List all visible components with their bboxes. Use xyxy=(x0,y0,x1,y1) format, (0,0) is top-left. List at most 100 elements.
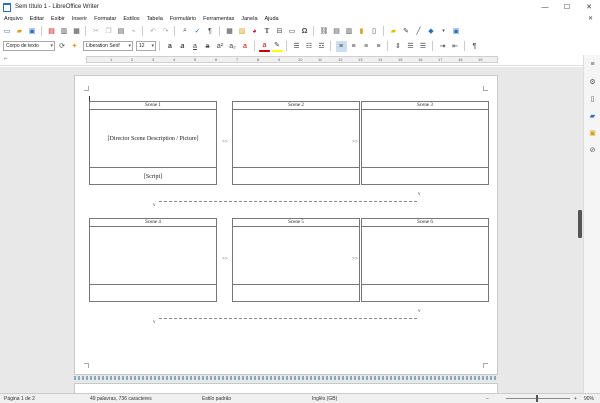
scene-script[interactable] xyxy=(90,285,216,302)
document-page[interactable]: Scene 1 [Director Scene Description / Pi… xyxy=(74,75,498,375)
menu-arquivo[interactable]: Arquivo xyxy=(4,16,23,22)
close-document-button[interactable]: ✕ xyxy=(588,15,593,22)
gallery-icon[interactable]: ▣ xyxy=(587,127,598,138)
insert-line-icon[interactable]: ╱ xyxy=(413,26,424,37)
find-replace-icon[interactable]: ⌕ xyxy=(180,26,191,37)
paragraph-style-select[interactable]: Corpo de texto ▾ xyxy=(3,41,55,51)
scene-script[interactable]: [Script] xyxy=(90,168,216,185)
align-left-icon[interactable]: ≡ xyxy=(335,40,347,52)
line-spacing-icon[interactable]: ⇕ xyxy=(393,41,404,52)
print-icon[interactable]: ▥ xyxy=(59,26,70,37)
styles-icon[interactable]: ▰ xyxy=(587,110,598,121)
minimize-button[interactable]: — xyxy=(534,0,556,14)
scene-script[interactable] xyxy=(362,285,488,302)
zoom-in-icon[interactable]: + xyxy=(574,396,577,402)
new-document-icon[interactable]: ▭ xyxy=(2,26,13,37)
draw-functions-icon[interactable]: ▣ xyxy=(451,26,462,37)
outline-list-icon[interactable]: ☲ xyxy=(316,41,327,52)
superscript-icon[interactable]: a² xyxy=(215,41,226,52)
shapes-dropdown-icon[interactable]: ▾ xyxy=(438,26,449,37)
new-style-icon[interactable]: ✦ xyxy=(69,41,80,52)
basic-shapes-icon[interactable]: ◆ xyxy=(426,26,437,37)
formatting-marks-icon[interactable]: ¶ xyxy=(205,26,216,37)
scene-box[interactable]: Scene 6 xyxy=(361,218,489,302)
insert-chart-icon[interactable]: ◕ xyxy=(249,26,260,37)
maximize-button[interactable]: ☐ xyxy=(556,0,578,14)
increase-indent-icon[interactable]: ⇥ xyxy=(437,41,448,52)
vertical-scrollbar-thumb[interactable] xyxy=(578,210,582,238)
menu-exibir[interactable]: Exibir xyxy=(51,16,65,22)
insert-field-icon[interactable]: ▭ xyxy=(287,26,298,37)
close-window-button[interactable]: ✕ xyxy=(578,0,600,14)
insert-table-icon[interactable]: ▦ xyxy=(224,26,235,37)
bold-icon[interactable]: a xyxy=(165,41,176,52)
numbered-list-icon[interactable]: ☷ xyxy=(304,41,315,52)
font-size-select[interactable]: 12 ▾ xyxy=(136,41,156,51)
scene-description[interactable] xyxy=(233,110,359,168)
zoom-level[interactable]: 90% xyxy=(584,396,594,402)
menu-inserir[interactable]: Inserir xyxy=(72,16,87,22)
scene-description[interactable] xyxy=(362,110,488,168)
scene-box[interactable]: Scene 5 xyxy=(232,218,360,302)
scene-description[interactable]: [Director Scene Description / Picture] xyxy=(90,110,216,168)
sidebar-menu-icon[interactable]: ≡ xyxy=(587,59,598,70)
redo-icon[interactable]: ↷ xyxy=(160,26,171,37)
scene-box[interactable]: Scene 4 xyxy=(89,218,217,302)
italic-icon[interactable]: a xyxy=(177,41,188,52)
word-count[interactable]: 49 palavras, 736 caracteres xyxy=(90,396,152,402)
page-count[interactable]: Página 1 de 2 xyxy=(4,396,35,402)
paragraph-dialog-icon[interactable]: ¶ xyxy=(469,41,480,52)
insert-hyperlink-icon[interactable]: ⛓ xyxy=(319,26,330,37)
zoom-slider[interactable] xyxy=(506,398,570,399)
zoom-out-icon[interactable]: − xyxy=(486,396,489,402)
menu-ajuda[interactable]: Ajuda xyxy=(265,16,279,22)
menu-formulario[interactable]: Formulário xyxy=(170,16,196,22)
underline-icon[interactable]: a xyxy=(190,41,201,52)
insert-endnote-icon[interactable]: ▥ xyxy=(344,26,355,37)
zoom-slider-handle[interactable] xyxy=(536,395,538,402)
insert-text-box-icon[interactable]: T xyxy=(262,26,273,37)
font-color-icon[interactable]: a xyxy=(259,41,270,52)
highlight-color-icon[interactable]: ✎ xyxy=(271,41,283,52)
cut-icon[interactable]: ✂ xyxy=(91,26,102,37)
insert-image-icon[interactable]: ▨ xyxy=(237,26,248,37)
menu-tabela[interactable]: Tabela xyxy=(147,16,163,22)
bullet-list-icon[interactable]: ☰ xyxy=(291,41,302,52)
language[interactable]: Inglês (GB) xyxy=(312,396,337,402)
menu-estilos[interactable]: Estilos xyxy=(123,16,139,22)
clone-formatting-icon[interactable]: ⌁ xyxy=(128,26,139,37)
increase-paragraph-spacing-icon[interactable]: ☰ xyxy=(405,41,416,52)
page-icon[interactable]: ▯ xyxy=(587,93,598,104)
scene-script[interactable] xyxy=(233,285,359,302)
undo-icon[interactable]: ↶ xyxy=(148,26,159,37)
special-character-icon[interactable]: Ω xyxy=(299,26,310,37)
update-style-icon[interactable]: ⟳ xyxy=(57,41,68,52)
font-name-select[interactable]: Liberation Serif ▾ xyxy=(83,41,133,51)
open-folder-icon[interactable]: ▰ xyxy=(14,26,25,37)
insert-page-break-icon[interactable]: ⊟ xyxy=(274,26,285,37)
menu-editar[interactable]: Editar xyxy=(30,16,44,22)
save-icon[interactable]: ▣ xyxy=(27,26,38,37)
copy-icon[interactable]: ❐ xyxy=(103,26,114,37)
tab-type-icon[interactable]: ⌐ xyxy=(4,56,8,62)
spelling-icon[interactable]: ✓ xyxy=(192,26,203,37)
align-center-icon[interactable]: ≡ xyxy=(348,41,359,52)
menu-ferramentas[interactable]: Ferramentas xyxy=(203,16,234,22)
decrease-paragraph-spacing-icon[interactable]: ☰ xyxy=(418,41,429,52)
strikethrough-icon[interactable]: a xyxy=(202,41,213,52)
decrease-indent-icon[interactable]: ⇤ xyxy=(450,41,461,52)
subscript-icon[interactable]: a₂ xyxy=(227,41,238,52)
navigator-icon[interactable]: ⊘ xyxy=(587,144,598,155)
menu-janela[interactable]: Janela xyxy=(241,16,257,22)
scene-box[interactable]: Scene 3 xyxy=(361,101,489,185)
clear-formatting-icon[interactable]: a xyxy=(240,41,251,52)
horizontal-ruler[interactable]: ⌐ 1 2 3 4 5 6 7 8 9 10 11 12 13 14 15 16… xyxy=(0,54,600,66)
paste-icon[interactable]: ▤ xyxy=(116,26,127,37)
scene-description[interactable] xyxy=(233,227,359,285)
scene-box[interactable]: Scene 2 xyxy=(232,101,360,185)
menu-formatar[interactable]: Formatar xyxy=(94,16,116,22)
insert-comment-icon[interactable]: ▰ xyxy=(388,26,399,37)
export-pdf-icon[interactable]: ▤ xyxy=(46,26,57,37)
scene-script[interactable] xyxy=(233,168,359,185)
page-style[interactable]: Estilo padrão xyxy=(202,396,231,402)
